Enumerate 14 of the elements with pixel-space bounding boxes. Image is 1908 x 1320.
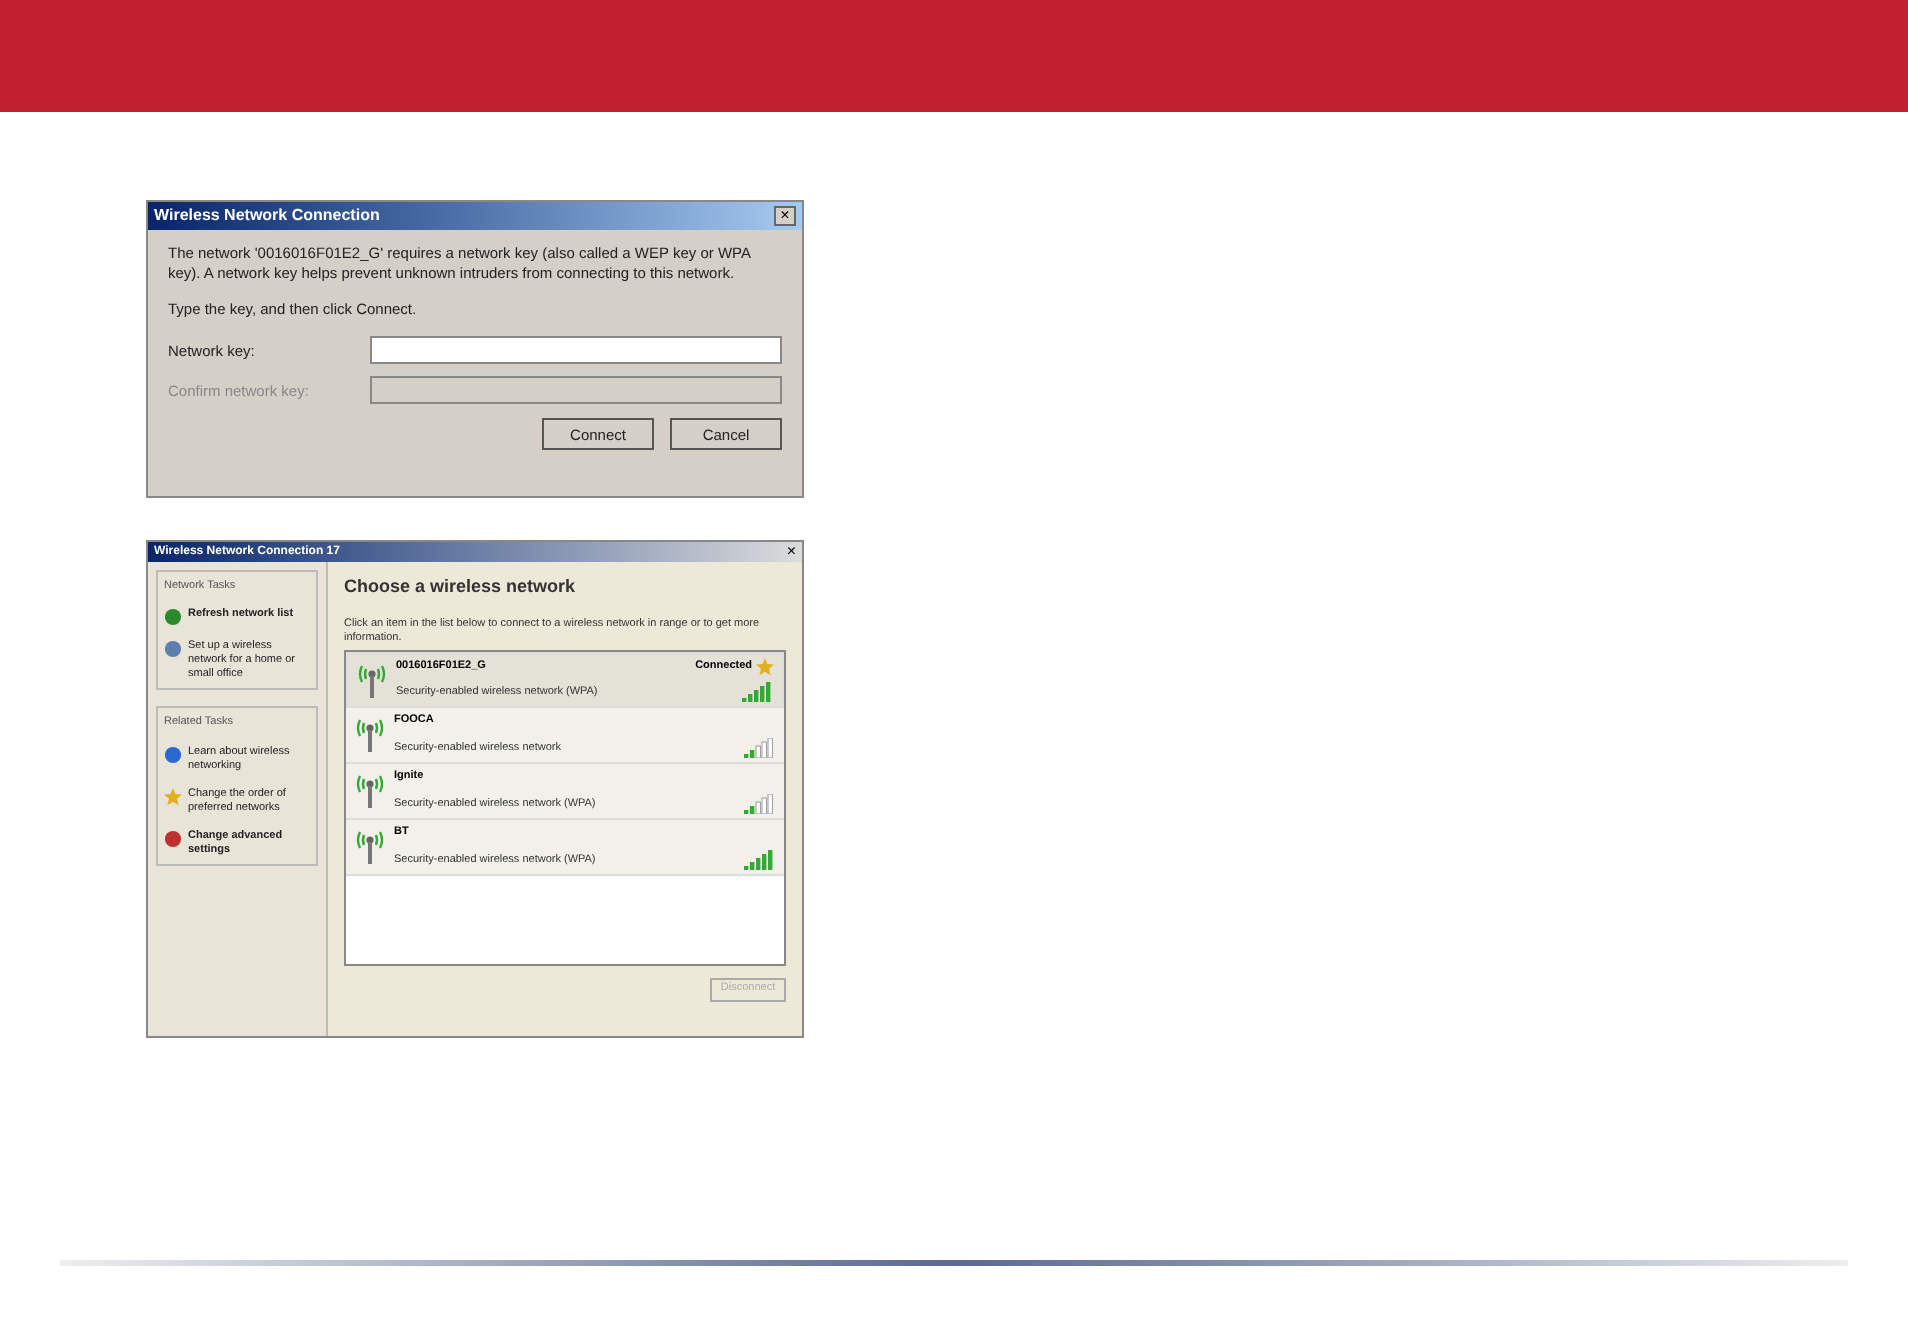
star-icon — [756, 657, 774, 675]
antenna-icon — [354, 826, 386, 866]
window-title: Wireless Network Connection — [154, 204, 380, 228]
signal-bars-icon — [744, 793, 776, 813]
input-field[interactable] — [370, 336, 782, 365]
close-button[interactable]: × — [786, 544, 796, 560]
star-icon — [164, 787, 182, 805]
antenna-icon — [354, 714, 386, 754]
signal-bars-icon — [742, 681, 774, 701]
signal-bars-icon — [744, 737, 776, 757]
antenna-icon — [354, 770, 386, 810]
close-button[interactable]: × — [774, 206, 796, 226]
heading: Choose a wireless network — [344, 574, 578, 600]
signal-bars-icon — [744, 849, 776, 869]
